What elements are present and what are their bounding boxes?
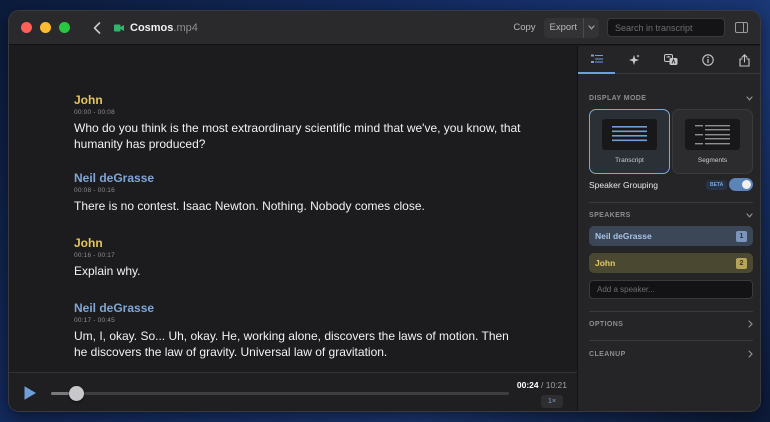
file-name: Cosmos [130,21,174,34]
list-icon [590,54,603,63]
transcript-segment[interactable]: Neil deGrasse 00:17 - 00:45 Um, I, okay.… [74,301,524,360]
speaker-grouping-label: Speaker Grouping [589,180,658,190]
segment-time: 00:16 - 00:17 [74,252,115,259]
segment-speaker[interactable]: John [74,236,524,250]
share-icon [739,53,750,67]
minimize-window-button[interactable] [40,22,51,33]
tab-translate[interactable] [652,46,689,74]
segment-speaker[interactable]: John [74,93,524,107]
speaker-chip-name: John [595,258,616,268]
chevron-right-icon [748,320,753,328]
segment-time: 00:00 - 00:08 [74,109,115,116]
playback-speed-button[interactable]: 1× [541,395,563,408]
beta-badge: BETA [706,180,728,190]
cleanup-header[interactable]: CLEANUP [589,348,753,360]
chevron-down-icon [588,25,595,30]
segment-text[interactable]: There is no contest. Isaac Newton. Nothi… [74,199,524,215]
segment-speaker[interactable]: Neil deGrasse [74,301,524,315]
mode-transcript-label: Transcript [615,157,644,164]
tab-display[interactable] [578,46,615,74]
chevron-down-icon [746,212,753,218]
title-bar: Cosmos.mp4 Copy Export Search in transcr… [9,11,760,45]
video-file-icon [114,24,124,31]
segment-time: 00:17 - 00:45 [74,317,115,324]
translate-icon [663,54,677,65]
segment-text[interactable]: Explain why. [74,264,524,280]
transcript-segment[interactable]: John 00:00 - 00:08 Who do you think is t… [74,93,524,152]
add-speaker-input[interactable]: Add a speaker... [589,280,753,299]
tab-info[interactable] [689,46,726,74]
transcript-thumbnail [602,119,657,150]
seek-handle[interactable] [68,386,84,401]
segment-text[interactable]: Um, I, okay. So... Uh, okay. He, working… [74,329,524,360]
options-header[interactable]: OPTIONS [589,318,753,330]
transcript-segment[interactable]: John 00:16 - 00:17 Explain why. [74,236,524,280]
mode-transcript-card[interactable]: Transcript [589,109,670,174]
toggle-knob [742,180,751,189]
app-window: Cosmos.mp4 Copy Export Search in transcr… [8,10,761,412]
inspector-panel: DISPLAY MODE Transcript Segments Speaker… [577,46,760,411]
search-input[interactable]: Search in transcript [607,18,725,37]
section-divider [589,340,753,341]
mode-segments-label: Segments [697,157,728,164]
speakers-title: SPEAKERS [589,211,631,219]
media-player: 00:24 / 10:21 1× [9,372,577,411]
seek-bar-progress [51,392,70,395]
speaker-grouping-toggle[interactable] [729,178,753,191]
speaker-chip-neil[interactable]: Neil deGrasse 1 [589,226,753,246]
segment-time: 00:08 - 00:16 [74,187,115,194]
info-icon [701,54,714,66]
export-button[interactable]: Export [544,22,583,33]
speakers-header[interactable]: SPEAKERS [589,209,753,221]
section-divider [589,311,753,312]
maximize-window-button[interactable] [59,22,70,33]
total-time: 10:21 [545,380,567,390]
current-time: 00:24 [516,380,539,390]
mode-segments-card[interactable]: Segments [672,109,753,174]
back-chevron-icon[interactable] [90,21,104,35]
chevron-right-icon [748,350,753,358]
export-button-group: Export [543,17,599,38]
transcript-pane: John 00:00 - 00:08 Who do you think is t… [9,46,577,375]
window-controls [21,22,70,33]
transcript-segment[interactable]: Neil deGrasse 00:08 - 00:16 There is no … [74,171,524,215]
section-divider [589,202,753,203]
options-title: OPTIONS [589,320,624,328]
cleanup-title: CLEANUP [589,350,626,358]
chevron-down-icon [746,95,753,101]
export-dropdown-button[interactable] [583,17,599,38]
speaker-chip-john[interactable]: John 2 [589,253,753,273]
panel-tab-bar [578,46,760,74]
sparkle-icon [628,54,639,65]
segment-text[interactable]: Who do you think is the most extraordina… [74,121,524,152]
speaker-number-badge: 2 [736,257,747,269]
play-icon[interactable] [23,385,37,401]
time-readout: 00:24 / 10:21 [516,380,567,390]
display-mode-header[interactable]: DISPLAY MODE [589,92,753,104]
toolbar-actions: Copy Export Search in transcript [509,11,760,45]
tab-ai[interactable] [615,46,652,74]
seek-bar[interactable] [51,392,509,395]
tab-share[interactable] [726,46,760,74]
speaker-number-badge: 1 [736,230,747,242]
segments-thumbnail [685,119,740,150]
file-extension: .mp4 [173,21,198,34]
sidebar-toggle-icon[interactable] [735,22,748,33]
display-mode-title: DISPLAY MODE [589,94,647,102]
close-window-button[interactable] [21,22,32,33]
speaker-chip-name: Neil deGrasse [595,231,652,241]
copy-button[interactable]: Copy [509,22,539,33]
file-title: Cosmos.mp4 [130,22,198,34]
segment-speaker[interactable]: Neil deGrasse [74,171,524,185]
